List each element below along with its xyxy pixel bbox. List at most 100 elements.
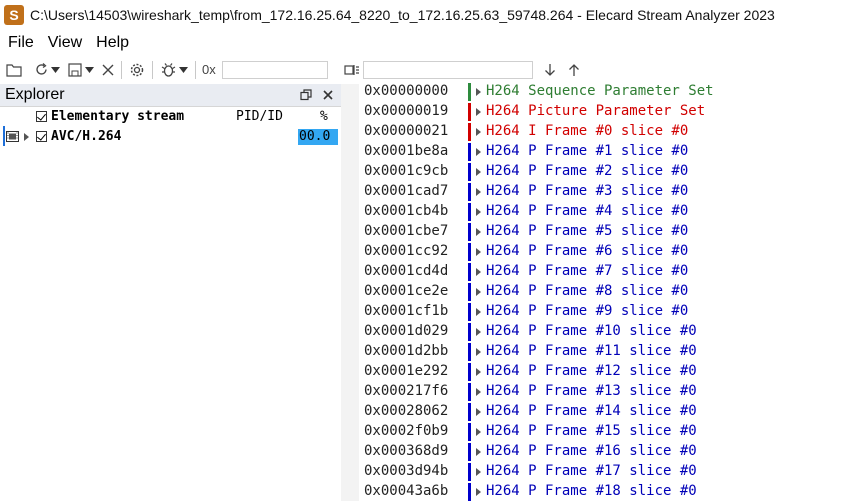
- expand-arrow-icon[interactable]: [476, 168, 481, 176]
- row-label: H264 P Frame #3 slice #0: [486, 183, 689, 199]
- select-all-checkbox[interactable]: [36, 111, 47, 122]
- analyzer-button[interactable]: [159, 59, 177, 81]
- selection-indicator: [3, 126, 5, 146]
- title-bar: S C:\Users\14503\wireshark_temp\from_172…: [0, 0, 854, 30]
- menu-file[interactable]: File: [8, 34, 34, 52]
- reload-button[interactable]: [33, 59, 49, 81]
- row-label: H264 Sequence Parameter Set: [486, 83, 714, 99]
- app-icon: S: [4, 5, 24, 25]
- row-type-marker: [468, 143, 471, 161]
- expand-arrow-icon[interactable]: [476, 328, 481, 336]
- stream-row[interactable]: 0x0001c9cb H264 P Frame #2 slice #0: [359, 162, 854, 182]
- expand-arrow-icon[interactable]: [476, 348, 481, 356]
- expand-arrow-icon[interactable]: [476, 108, 481, 116]
- row-address: 0x00043a6b: [364, 483, 449, 499]
- explorer-title: Explorer: [5, 86, 65, 103]
- expand-arrow-icon[interactable]: [476, 448, 481, 456]
- expand-arrow-icon[interactable]: [476, 148, 481, 156]
- expand-arrow-icon[interactable]: [476, 248, 481, 256]
- stream-row[interactable]: 0x00000021 H264 I Frame #0 slice #0: [359, 122, 854, 142]
- expand-arrow-icon[interactable]: [476, 308, 481, 316]
- column-elementary-stream[interactable]: Elementary stream: [51, 109, 184, 124]
- open-file-button[interactable]: [5, 59, 23, 81]
- stream-row[interactable]: 0x0001ce2e H264 P Frame #8 slice #0: [359, 282, 854, 302]
- stream-row[interactable]: 0x00028062 H264 P Frame #14 slice #0: [359, 402, 854, 422]
- stream-row[interactable]: 0x0001d029 H264 P Frame #10 slice #0: [359, 322, 854, 342]
- hex-offset-label: 0x: [202, 62, 216, 77]
- stream-row[interactable]: 0x0001cbe7 H264 P Frame #5 slice #0: [359, 222, 854, 242]
- row-address: 0x00000000: [364, 83, 449, 99]
- row-type-marker: [468, 443, 471, 461]
- close-icon: [102, 64, 114, 75]
- expand-arrow-icon[interactable]: [476, 428, 481, 436]
- find-next-button[interactable]: [541, 59, 559, 81]
- reload-dropdown-button[interactable]: [49, 59, 61, 81]
- row-type-marker: [468, 203, 471, 221]
- expand-arrow-icon[interactable]: [476, 388, 481, 396]
- stream-row[interactable]: 0x0001d2bb H264 P Frame #11 slice #0: [359, 342, 854, 362]
- expand-arrow-icon[interactable]: [476, 468, 481, 476]
- stream-row[interactable]: 0x000217f6 H264 P Frame #13 slice #0: [359, 382, 854, 402]
- expand-arrow-icon[interactable]: [476, 188, 481, 196]
- row-type-marker: [468, 303, 471, 321]
- stream-row[interactable]: 0x0003d94b H264 P Frame #17 slice #0: [359, 462, 854, 482]
- row-type-marker: [468, 423, 471, 441]
- analyzer-dropdown-button[interactable]: [177, 59, 189, 81]
- stream-list[interactable]: 0x00000000 H264 Sequence Parameter Set 0x0…: [359, 82, 854, 501]
- stream-row[interactable]: 0x0001cad7 H264 P Frame #3 slice #0: [359, 182, 854, 202]
- gear-icon: [130, 63, 144, 76]
- column-pid[interactable]: PID/ID: [236, 109, 283, 124]
- row-label: H264 P Frame #13 slice #0: [486, 383, 697, 399]
- save-button[interactable]: [67, 59, 83, 81]
- expand-arrow-icon[interactable]: [476, 288, 481, 296]
- row-address: 0x0001cad7: [364, 183, 449, 199]
- row-type-marker: [468, 363, 471, 381]
- stream-row[interactable]: 0x0001cd4d H264 P Frame #7 slice #0: [359, 262, 854, 282]
- row-label: H264 P Frame #1 slice #0: [486, 143, 689, 159]
- expand-arrow-icon[interactable]: [476, 488, 481, 496]
- stream-row[interactable]: 0x000368d9 H264 P Frame #16 slice #0: [359, 442, 854, 462]
- row-address: 0x0003d94b: [364, 463, 449, 479]
- expand-arrow-icon[interactable]: [476, 368, 481, 376]
- expand-arrow-icon[interactable]: [24, 133, 29, 141]
- search-input[interactable]: [362, 60, 533, 79]
- expand-arrow-icon[interactable]: [476, 228, 481, 236]
- arrow-up-icon: [568, 63, 579, 76]
- settings-button[interactable]: [128, 59, 146, 81]
- row-label: H264 Picture Parameter Set: [486, 103, 706, 119]
- stream-row[interactable]: 0x0001cf1b H264 P Frame #9 slice #0: [359, 302, 854, 322]
- row-type-marker: [468, 103, 471, 121]
- row-type-marker: [468, 283, 471, 301]
- panel-splitter[interactable]: [341, 84, 359, 501]
- expand-arrow-icon[interactable]: [476, 408, 481, 416]
- row-label: H264 I Frame #0 slice #0: [486, 123, 689, 139]
- stream-row[interactable]: 0x0002f0b9 H264 P Frame #15 slice #0: [359, 422, 854, 442]
- stream-row[interactable]: 0x00000019 H264 Picture Parameter Set: [359, 102, 854, 122]
- stream-row[interactable]: 0x00043a6b H264 P Frame #18 slice #0: [359, 482, 854, 502]
- stream-row[interactable]: 0x0001cb4b H264 P Frame #4 slice #0: [359, 202, 854, 222]
- close-panel-button[interactable]: [319, 86, 337, 104]
- expand-arrow-icon[interactable]: [476, 208, 481, 216]
- expand-arrow-icon[interactable]: [476, 268, 481, 276]
- offset-input[interactable]: [221, 60, 328, 79]
- stream-row[interactable]: 0x0001e292 H264 P Frame #12 slice #0: [359, 362, 854, 382]
- stream-checkbox[interactable]: [36, 131, 47, 142]
- tree-item-avc[interactable]: AVC/H.264 00.0: [0, 127, 341, 147]
- expand-arrow-icon[interactable]: [476, 128, 481, 136]
- row-address: 0x000368d9: [364, 443, 449, 459]
- expand-arrow-icon[interactable]: [476, 88, 481, 96]
- find-button[interactable]: [343, 59, 361, 81]
- save-dropdown-button[interactable]: [83, 59, 95, 81]
- row-address: 0x0001cf1b: [364, 303, 449, 319]
- menu-view[interactable]: View: [48, 34, 82, 52]
- pin-button[interactable]: [297, 86, 315, 104]
- stream-row[interactable]: 0x00000000 H264 Sequence Parameter Set: [359, 82, 854, 102]
- find-previous-button[interactable]: [565, 59, 583, 81]
- column-percent[interactable]: %: [320, 109, 328, 124]
- stream-row[interactable]: 0x0001cc92 H264 P Frame #6 slice #0: [359, 242, 854, 262]
- row-address: 0x0001cc92: [364, 243, 449, 259]
- menu-help[interactable]: Help: [96, 34, 129, 52]
- close-file-button[interactable]: [101, 59, 115, 81]
- row-type-marker: [468, 223, 471, 241]
- stream-row[interactable]: 0x0001be8a H264 P Frame #1 slice #0: [359, 142, 854, 162]
